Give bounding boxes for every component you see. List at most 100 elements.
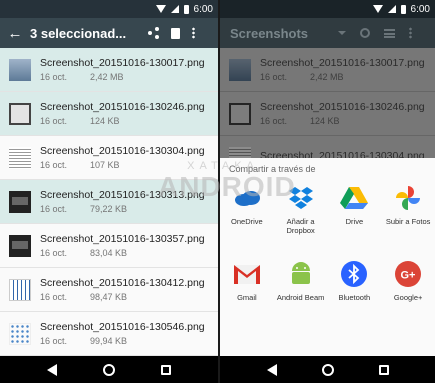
share-app[interactable]: Añadir a Dropbox — [274, 184, 328, 252]
file-meta: 16 oct. 124 KB — [40, 116, 218, 126]
share-sheet: Compartir a través de OneDrive Añadir a D… — [220, 158, 435, 356]
share-app[interactable]: Subir a Fotos — [381, 184, 435, 252]
file-list: Screenshot_20151016-130017.png 16 oct. 2,4… — [0, 48, 218, 356]
share-app-label: Subir a Fotos — [385, 217, 431, 226]
file-thumbnail — [9, 190, 31, 213]
file-name: Screenshot_20151016-130246.png — [260, 101, 425, 113]
file-info: Screenshot_20151016-130017.png 16 oct. 2,4… — [40, 57, 218, 82]
status-bar: 6:00 — [0, 0, 218, 18]
file-info: Screenshot_20151016-130546.png 16 oct. 99,… — [40, 321, 218, 346]
android-beam-icon — [287, 260, 315, 288]
file-meta: 16 oct. 2,42 MB — [260, 72, 435, 82]
file-date: 16 oct. — [260, 116, 288, 126]
delete-icon[interactable] — [171, 27, 180, 39]
file-date: 16 oct. — [40, 248, 68, 258]
file-size: 83,04 KB — [90, 248, 128, 258]
file-row[interactable]: Screenshot_20151016-130246.png 16 oct. 124… — [220, 92, 435, 136]
more-options-icon[interactable] — [409, 27, 412, 39]
file-meta: 16 oct. 98,47 KB — [40, 292, 218, 302]
share-app-label: Bluetooth — [338, 293, 371, 302]
selection-toolbar: ← 3 seleccionad... — [0, 18, 218, 48]
share-app-label: Añadir a Dropbox — [286, 217, 315, 235]
file-meta: 16 oct. 79,22 KB — [40, 204, 218, 214]
battery-icon — [400, 4, 406, 14]
file-thumbnail — [9, 234, 31, 257]
file-size: 124 KB — [310, 116, 340, 126]
search-icon[interactable] — [360, 28, 370, 38]
file-row[interactable]: Screenshot_20151016-130412.png 16 oct. 98,… — [0, 268, 218, 312]
file-info: Screenshot_20151016-130246.png 16 oct. 124… — [260, 101, 435, 126]
file-info: Screenshot_20151016-130304.png 16 oct. 107… — [40, 145, 218, 170]
file-row[interactable]: Screenshot_20151016-130546.png 16 oct. 99,… — [0, 312, 218, 356]
file-row[interactable]: Screenshot_20151016-130357.png 16 oct. 83,… — [0, 224, 218, 268]
signal-icon — [170, 5, 179, 13]
file-name: Screenshot_20151016-130546.png — [40, 321, 205, 333]
share-app[interactable]: G+ Google+ — [381, 260, 435, 328]
file-meta: 16 oct. 83,04 KB — [40, 248, 218, 258]
file-size: 107 KB — [90, 160, 120, 170]
file-date: 16 oct. — [260, 72, 288, 82]
file-date: 16 oct. — [40, 72, 68, 82]
folder-title[interactable]: Screenshots — [220, 26, 330, 41]
nav-bar — [0, 356, 218, 383]
nav-recents-icon[interactable] — [161, 364, 171, 375]
share-app[interactable]: OneDrive — [220, 184, 274, 252]
nav-home-icon[interactable] — [103, 363, 115, 376]
file-row[interactable]: Screenshot_20151016-130017.png 16 oct. 2,4… — [220, 48, 435, 92]
file-name: Screenshot_20151016-130357.png — [40, 233, 205, 245]
file-row[interactable]: Screenshot_20151016-130304.png 16 oct. 107… — [0, 136, 218, 180]
file-name: Screenshot_20151016-130017.png — [260, 57, 425, 69]
file-thumbnail — [9, 322, 31, 345]
dropbox-icon — [287, 184, 315, 212]
file-date: 16 oct. — [40, 292, 68, 302]
file-name: Screenshot_20151016-130304.png — [40, 145, 205, 157]
file-meta: 16 oct. 107 KB — [40, 160, 218, 170]
chevron-down-icon[interactable] — [338, 31, 346, 35]
file-row[interactable]: Screenshot_20151016-130246.png 16 oct. 124… — [0, 92, 218, 136]
wifi-icon — [155, 5, 166, 13]
file-thumbnail — [9, 146, 31, 169]
file-thumbnail — [229, 58, 251, 81]
nav-back-icon[interactable] — [47, 363, 57, 376]
status-time: 6:00 — [193, 3, 213, 15]
nav-recents-icon[interactable] — [378, 364, 389, 375]
folder-toolbar: Screenshots — [220, 18, 435, 48]
file-meta: 16 oct. 99,94 KB — [40, 336, 218, 346]
file-meta: 16 oct. 2,42 MB — [40, 72, 218, 82]
nav-back-icon[interactable] — [266, 363, 277, 376]
file-size: 2,42 MB — [90, 72, 124, 82]
share-app-label: Gmail — [237, 293, 257, 302]
share-app[interactable]: Android Beam — [274, 260, 328, 328]
photos-icon — [394, 184, 422, 212]
battery-icon — [183, 4, 189, 14]
file-size: 99,94 KB — [90, 336, 128, 346]
share-app[interactable]: Bluetooth — [328, 260, 382, 328]
bluetooth-icon — [340, 260, 368, 288]
svg-text:G+: G+ — [401, 270, 416, 282]
status-time: 6:00 — [410, 3, 430, 15]
share-icon[interactable] — [148, 27, 159, 39]
nav-home-icon[interactable] — [321, 363, 334, 376]
file-info: Screenshot_20151016-130246.png 16 oct. 124… — [40, 101, 218, 126]
file-info: Screenshot_20151016-130017.png 16 oct. 2,4… — [260, 57, 435, 82]
file-thumbnail — [9, 58, 31, 81]
file-size: 2,42 MB — [310, 72, 344, 82]
gmail-icon — [233, 260, 261, 288]
signal-icon — [387, 5, 396, 13]
more-options-icon[interactable] — [192, 27, 195, 39]
share-app[interactable]: Drive — [328, 184, 382, 252]
share-app-label: Drive — [345, 217, 364, 226]
file-name: Screenshot_20151016-130017.png — [40, 57, 205, 69]
share-app-label: Android Beam — [276, 293, 325, 302]
file-size: 124 KB — [90, 116, 120, 126]
selection-count-title: 3 seleccionad... — [30, 25, 127, 41]
status-bar: 6:00 — [220, 0, 435, 18]
file-info: Screenshot_20151016-130313.png 16 oct. 79,… — [40, 189, 218, 214]
share-app[interactable]: Gmail — [220, 260, 274, 328]
file-date: 16 oct. — [40, 336, 68, 346]
file-row[interactable]: Screenshot_20151016-130017.png 16 oct. 2,4… — [0, 48, 218, 92]
share-app-label: Google+ — [393, 293, 423, 302]
back-arrow-icon[interactable]: ← — [0, 25, 30, 42]
file-row[interactable]: Screenshot_20151016-130313.png 16 oct. 79,… — [0, 180, 218, 224]
sort-icon[interactable] — [384, 28, 395, 38]
